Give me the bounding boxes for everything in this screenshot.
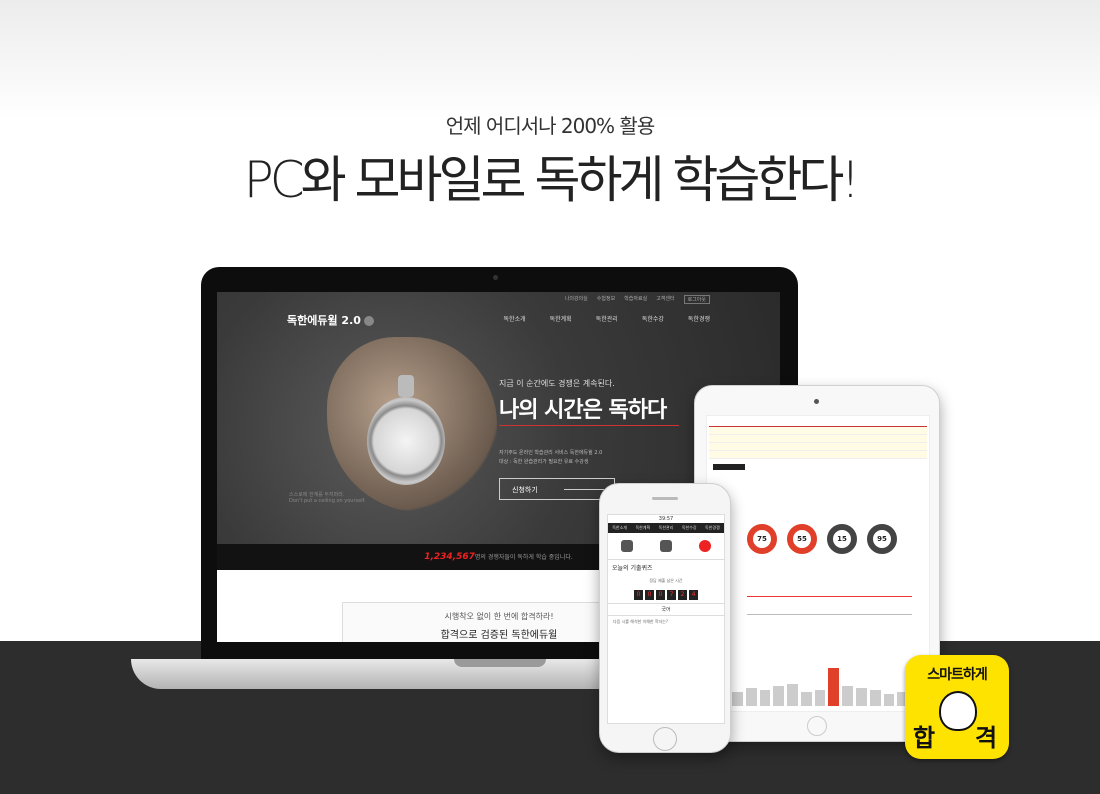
nav-item[interactable]: 독한수강: [678, 523, 701, 533]
badge-text: 스마트하게: [927, 667, 987, 683]
badge-char: 격: [975, 724, 998, 752]
mascot-face-icon: [939, 691, 977, 731]
nav-item[interactable]: 독한소개: [504, 314, 526, 323]
bar: [773, 686, 785, 706]
phone-device: 39:57 독한소개 독한계획 독한관리 독한수강 독한경쟁 오늘의 기출퀴즈 …: [599, 483, 731, 753]
nav-item[interactable]: 독한관리: [654, 523, 677, 533]
study-plan-table: [709, 426, 927, 479]
subject-label: 국어: [608, 603, 724, 616]
top-link[interactable]: 고객센터: [656, 295, 674, 304]
quiz-question: 다음 시를 해석한 이해한 학자는?: [613, 619, 669, 624]
progress-line: [747, 614, 912, 615]
hero-quote-en: Don't put a ceiling on yourself.: [289, 498, 366, 504]
page-title: PC와 모바일로 독하게 학습한다!: [243, 151, 861, 209]
timer-digit: 4: [689, 590, 698, 600]
bar: [814, 690, 826, 706]
badge-char: 합: [913, 724, 936, 752]
bar: [842, 686, 854, 706]
bar: [800, 692, 812, 706]
top-link[interactable]: 수험정보: [597, 295, 615, 304]
bar-graph: [732, 666, 922, 706]
timer-digit: 0: [656, 590, 665, 600]
hero-description: 대상 : 독한 완습관리가 필요한 유료 수강생: [499, 459, 589, 465]
nav-item[interactable]: 독한경쟁: [688, 314, 710, 323]
bar: [787, 684, 798, 706]
timer-digit: 0: [645, 590, 654, 600]
smart-pass-badge: 스마트하게 합 격: [905, 655, 1009, 759]
calendar-icon[interactable]: [659, 540, 672, 552]
stopwatch-crown: [398, 375, 414, 397]
main-nav: 독한소개 독한계획 독한관리 독한수강 독한경쟁: [504, 314, 710, 323]
nav-item[interactable]: 독한소개: [608, 523, 631, 533]
plan-button[interactable]: [713, 464, 745, 470]
bar: [759, 690, 771, 706]
stat-number: 1,234,567: [424, 552, 475, 562]
progress-gauge: 55: [787, 524, 817, 554]
nav-item[interactable]: 독한수강: [642, 314, 664, 323]
arrow-icon: [564, 489, 604, 490]
timer-digit: 7: [667, 590, 676, 600]
logo-text: 독한에듀윌 2.0: [287, 314, 361, 327]
table-row: [709, 443, 927, 451]
tablet-screen: 75 55 15 95: [706, 415, 930, 712]
progress-gauge: 95: [867, 524, 897, 554]
bar: [828, 668, 840, 706]
page-subtitle: 언제 어디서나 200% 활용: [445, 114, 655, 138]
bar: [745, 688, 757, 706]
stopwatch-icon[interactable]: [698, 540, 711, 552]
bar: [869, 690, 881, 706]
phone-icon-row: [608, 533, 724, 560]
bar: [856, 688, 867, 706]
quiz-title: 오늘의 기출퀴즈: [612, 565, 653, 572]
trophy-icon[interactable]: [621, 540, 634, 552]
hero-tagline-small: 지금 이 순간에도 경쟁은 계속된다.: [499, 379, 615, 388]
progress-line: [747, 596, 912, 597]
hero-tagline: 나의 시간은 독하다: [499, 398, 667, 423]
top-link[interactable]: 학습자료실: [624, 295, 647, 304]
top-link[interactable]: 나의강의실: [565, 295, 588, 304]
apply-label: 신청하기: [512, 486, 538, 494]
phone-screen: 39:57 독한소개 독한계획 독한관리 독한수강 독한경쟁 오늘의 기출퀴즈 …: [607, 514, 725, 724]
table-row: [709, 435, 927, 443]
nav-item[interactable]: 독한관리: [596, 314, 618, 323]
facebook-icon[interactable]: [363, 316, 374, 326]
camera-icon: [493, 275, 498, 280]
divider: [499, 425, 679, 426]
stat-text: 명의 경쟁자들이 독하게 학습 중입니다.: [474, 554, 573, 561]
logout-button[interactable]: 로그아웃: [683, 295, 710, 304]
table-row: [709, 427, 927, 435]
home-button[interactable]: [807, 716, 827, 736]
nav-item[interactable]: 독한계획: [550, 314, 572, 323]
timer-digit: 2: [678, 590, 687, 600]
gauge-group: 75 55 15 95: [747, 524, 897, 554]
hero-description: 자기주도 온라인 학습관리 서비스 독한에듀윌 2.0: [499, 450, 603, 456]
top-links: 나의강의실 수험정보 학습자료실 고객센터 로그아웃: [565, 295, 710, 304]
timer-label: 정답 제출 남은 시간: [649, 578, 683, 583]
laptop-notch: [454, 659, 546, 667]
timer-digit: 0: [634, 590, 643, 600]
camera-icon: [814, 399, 819, 404]
table-row: [709, 451, 927, 459]
stopwatch-icon: [367, 397, 445, 485]
status-bar: 39:57: [658, 516, 674, 522]
apply-button[interactable]: 신청하기: [499, 478, 615, 500]
site-logo[interactable]: 독한에듀윌 2.0: [287, 312, 374, 328]
phone-nav: 독한소개 독한계획 독한관리 독한수강 독한경쟁: [608, 523, 724, 533]
progress-gauge: 75: [747, 524, 777, 554]
hero-quote: 스스로에 한계를 두지마라.: [289, 492, 345, 498]
bar: [732, 692, 743, 706]
nav-item[interactable]: 독한계획: [631, 523, 654, 533]
speaker-icon: [652, 497, 678, 500]
home-button[interactable]: [653, 727, 677, 751]
bar: [883, 694, 895, 706]
nav-item[interactable]: 독한경쟁: [701, 523, 724, 533]
progress-gauge: 15: [827, 524, 857, 554]
countdown-timer: 0 0 0 7 2 4: [608, 590, 724, 600]
